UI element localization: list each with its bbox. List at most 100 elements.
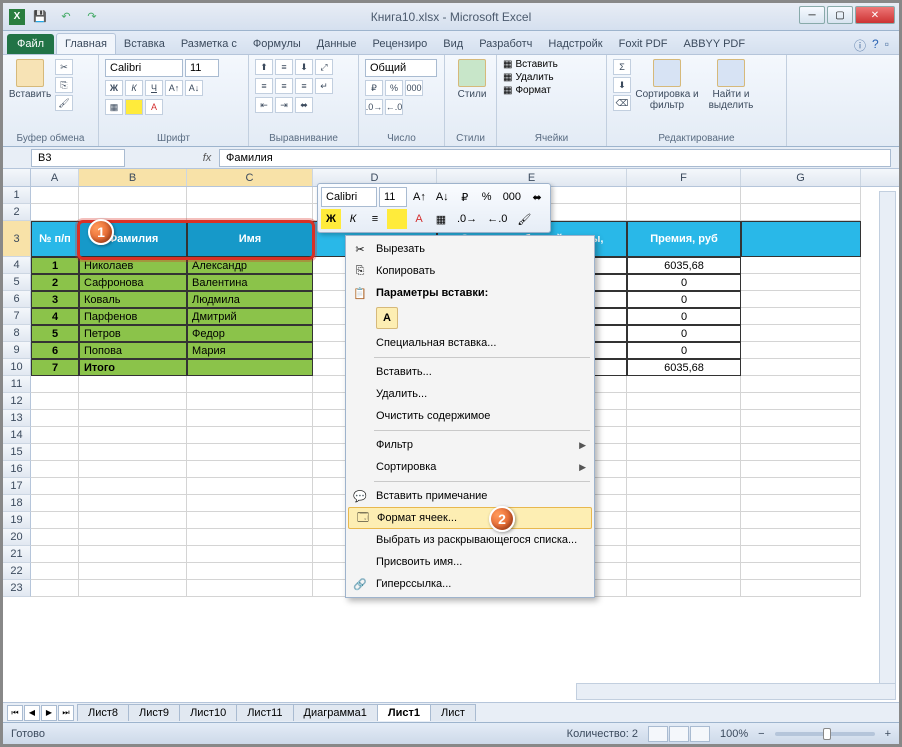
mini-grow-font-icon[interactable]: A↑ (409, 187, 430, 207)
save-icon[interactable]: 💾 (29, 7, 51, 27)
tab-layout[interactable]: Разметка с (173, 34, 245, 54)
underline-button[interactable]: Ч (145, 80, 163, 96)
cell[interactable]: Итого (79, 359, 187, 376)
cell[interactable] (741, 204, 861, 221)
cell[interactable] (31, 461, 79, 478)
minimize-ribbon-icon[interactable]: ⓘ (854, 37, 866, 54)
cell[interactable] (31, 187, 79, 204)
cell[interactable] (741, 478, 861, 495)
fill-color-icon[interactable] (125, 99, 143, 115)
cell[interactable] (187, 529, 313, 546)
ctx-clear[interactable]: Очистить содержимое (346, 405, 594, 427)
cell[interactable] (31, 444, 79, 461)
cell[interactable]: 0 (627, 291, 741, 308)
tab-view[interactable]: Вид (435, 34, 471, 54)
tab-review[interactable]: Рецензиро (365, 34, 436, 54)
cell[interactable] (31, 580, 79, 597)
zoom-out-button[interactable]: − (758, 728, 764, 740)
cell[interactable]: Премия, руб (627, 221, 741, 257)
cell[interactable]: 7 (31, 359, 79, 376)
zoom-slider[interactable] (775, 732, 875, 736)
sheet-tab[interactable]: Лист (430, 704, 476, 721)
decrease-indent-icon[interactable]: ⇤ (255, 97, 273, 113)
cell[interactable] (187, 546, 313, 563)
sheet-tab[interactable]: Лист9 (128, 704, 180, 721)
cell[interactable] (741, 563, 861, 580)
find-select-button[interactable]: Найти и выделить (703, 59, 759, 111)
tab-developer[interactable]: Разработч (471, 34, 540, 54)
currency-icon[interactable]: ₽ (365, 80, 383, 96)
tab-formulas[interactable]: Формулы (245, 34, 309, 54)
cell[interactable]: 0 (627, 274, 741, 291)
close-button[interactable]: ✕ (855, 6, 895, 24)
paste-option-default[interactable]: A (376, 307, 398, 329)
cell[interactable] (741, 495, 861, 512)
row-header[interactable]: 10 (3, 359, 31, 376)
row-header[interactable]: 22 (3, 563, 31, 580)
mini-inc-decimal-icon[interactable]: .0→ (453, 209, 481, 229)
col-header-b[interactable]: B (79, 169, 187, 186)
row-header[interactable]: 9 (3, 342, 31, 359)
row-header[interactable]: 3 (3, 221, 31, 257)
sheet-tab[interactable]: Лист10 (179, 704, 237, 721)
font-name-combo[interactable]: Calibri (105, 59, 183, 77)
mini-currency-icon[interactable]: ₽ (455, 187, 475, 207)
cell[interactable] (741, 410, 861, 427)
cells-format-button[interactable]: ▦Формат (503, 85, 551, 96)
tab-addins[interactable]: Надстройк (540, 34, 610, 54)
format-painter-icon[interactable]: 🖌 (55, 95, 73, 111)
align-top-icon[interactable]: ⬆ (255, 59, 273, 75)
cell[interactable] (79, 410, 187, 427)
ctx-dropdown-pick[interactable]: Выбрать из раскрывающегося списка... (346, 529, 594, 551)
cell[interactable] (741, 308, 861, 325)
cell[interactable] (31, 376, 79, 393)
file-tab[interactable]: Файл (7, 34, 54, 54)
cell[interactable] (79, 427, 187, 444)
tab-abbyy[interactable]: ABBYY PDF (676, 34, 754, 54)
increase-font-icon[interactable]: A↑ (165, 80, 183, 96)
cell[interactable] (79, 444, 187, 461)
comma-icon[interactable]: 000 (405, 80, 423, 96)
cell[interactable] (31, 410, 79, 427)
row-header[interactable]: 16 (3, 461, 31, 478)
mini-format-painter-icon[interactable]: 🖌 (513, 209, 535, 229)
tab-foxit[interactable]: Foxit PDF (611, 34, 676, 54)
wrap-text-icon[interactable]: ↵ (315, 78, 333, 94)
bold-button[interactable]: Ж (105, 80, 123, 96)
col-header-f[interactable]: F (627, 169, 741, 186)
cell[interactable] (79, 495, 187, 512)
cell[interactable]: Александр (187, 257, 313, 274)
cell[interactable] (627, 478, 741, 495)
cell[interactable]: Мария (187, 342, 313, 359)
cell[interactable] (627, 376, 741, 393)
cell[interactable] (627, 529, 741, 546)
cell[interactable]: 5 (31, 325, 79, 342)
autosum-icon[interactable]: Σ (613, 59, 631, 75)
cell[interactable]: Петров (79, 325, 187, 342)
orientation-icon[interactable]: ⤢ (315, 59, 333, 75)
row-header[interactable]: 1 (3, 187, 31, 204)
align-bottom-icon[interactable]: ⬇ (295, 59, 313, 75)
cell[interactable]: Валентина (187, 274, 313, 291)
cell[interactable] (741, 221, 861, 257)
cell[interactable] (627, 512, 741, 529)
select-all-corner[interactable] (3, 169, 31, 186)
cell[interactable] (79, 204, 187, 221)
mini-align-icon[interactable]: ≡ (365, 209, 385, 229)
sheet-tab[interactable]: Диаграмма1 (293, 704, 378, 721)
align-middle-icon[interactable]: ≡ (275, 59, 293, 75)
cell[interactable] (741, 187, 861, 204)
cell[interactable]: Людмила (187, 291, 313, 308)
number-format-combo[interactable]: Общий (365, 59, 437, 77)
cell[interactable] (187, 512, 313, 529)
cell[interactable]: 2 (31, 274, 79, 291)
cell[interactable]: 6035,68 (627, 257, 741, 274)
increase-decimal-icon[interactable]: .0→ (365, 99, 383, 115)
sheet-nav-next[interactable]: ▶ (41, 705, 57, 721)
cell[interactable]: 6 (31, 342, 79, 359)
cell[interactable] (627, 204, 741, 221)
sheet-tab[interactable]: Лист8 (77, 704, 129, 721)
sheet-tab[interactable]: Лист1 (377, 704, 431, 721)
mini-merge-icon[interactable]: ⬌ (527, 187, 547, 207)
cell[interactable] (187, 478, 313, 495)
